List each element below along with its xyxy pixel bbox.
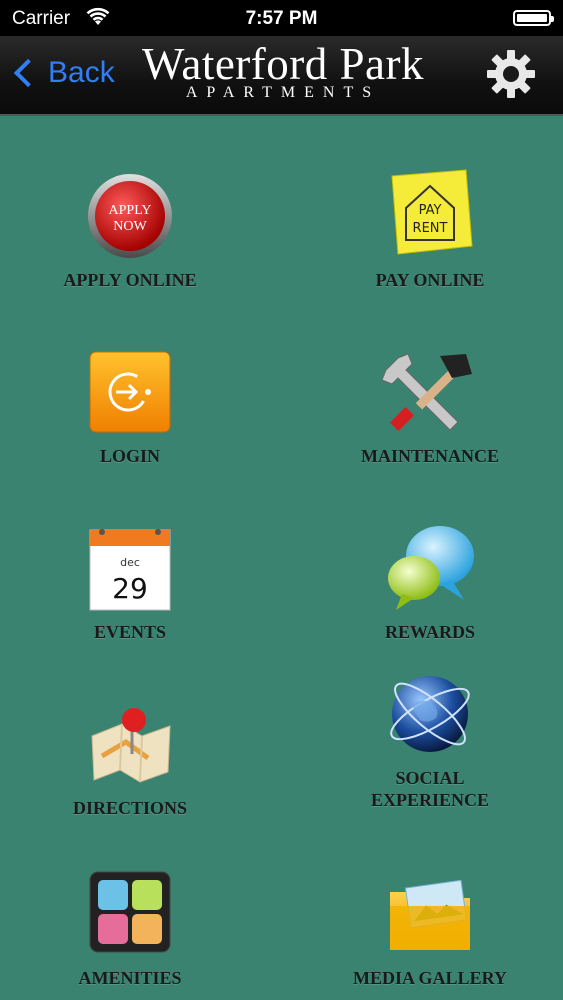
svg-text:PAY: PAY	[419, 203, 442, 218]
pay-rent-note-icon: PAY RENT	[391, 169, 473, 255]
photo-folder-icon	[390, 879, 470, 950]
chevron-left-icon	[13, 58, 43, 88]
chat-bubbles-icon	[388, 526, 474, 610]
status-bar: Carrier 7:57 PM	[0, 0, 563, 36]
tile-login[interactable]: LOGIN	[0, 344, 260, 467]
tile-label: DIRECTIONS	[72, 798, 188, 818]
tile-label: APPLY ONLINE	[63, 270, 197, 290]
battery-icon	[513, 10, 554, 26]
svg-text:dec: dec	[120, 556, 140, 569]
tile-label: REWARDS	[384, 622, 476, 642]
calendar-icon: dec 29	[89, 529, 171, 611]
tile-social-experience[interactable]: SOCIAL EXPERIENCE	[300, 666, 560, 811]
nav-bar: Back Waterford Park APARTMENTS	[0, 36, 563, 116]
back-button[interactable]: Back	[10, 56, 115, 90]
tools-icon	[381, 353, 472, 432]
tile-events[interactable]: dec 29 EVENTS	[0, 520, 260, 643]
tile-amenities[interactable]: AMENITIES	[0, 866, 260, 989]
svg-text:RENT: RENT	[413, 221, 448, 236]
settings-gear-icon[interactable]	[483, 46, 539, 102]
tile-label: AMENITIES	[78, 968, 182, 988]
tile-label: EVENTS	[93, 622, 167, 642]
svg-text:29: 29	[112, 572, 148, 605]
tile-media-gallery[interactable]: MEDIA GALLERY	[300, 866, 560, 989]
tile-maintenance[interactable]: MAINTENANCE	[300, 344, 560, 467]
tile-apply-online[interactable]: APPLY NOW APPLY ONLINE	[0, 168, 260, 291]
login-arrow-icon	[89, 351, 171, 433]
status-time: 7:57 PM	[245, 8, 318, 29]
tile-label: PAY ONLINE	[375, 270, 485, 290]
amenities-grid-icon	[89, 871, 171, 953]
logo-name: Waterford Park	[141, 39, 424, 89]
tile-directions[interactable]: DIRECTIONS	[0, 696, 260, 819]
map-pin-icon	[91, 708, 171, 783]
svg-text:NOW: NOW	[113, 219, 147, 234]
tile-label: LOGIN	[99, 446, 160, 466]
svg-text:APPLY: APPLY	[109, 203, 152, 218]
tile-label: MEDIA GALLERY	[353, 968, 507, 988]
app-logo: Waterford Park APARTMENTS	[118, 38, 448, 102]
apply-now-icon: APPLY NOW	[88, 174, 172, 258]
tile-rewards[interactable]: REWARDS	[300, 520, 560, 643]
tile-label: SOCIAL EXPERIENCE	[370, 768, 490, 810]
tile-label: MAINTENANCE	[360, 446, 499, 466]
globe-icon	[390, 676, 470, 752]
back-label: Back	[48, 56, 115, 89]
tile-pay-online[interactable]: PAY RENT PAY ONLINE	[300, 168, 560, 291]
